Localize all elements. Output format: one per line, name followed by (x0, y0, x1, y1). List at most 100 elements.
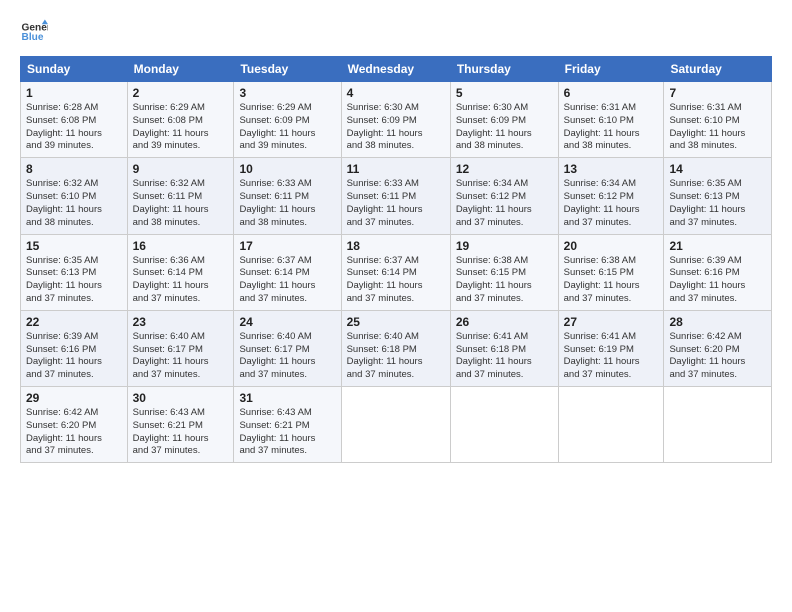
day-cell: 31Sunrise: 6:43 AMSunset: 6:21 PMDayligh… (234, 387, 341, 463)
day-number: 28 (669, 315, 766, 329)
col-header-wednesday: Wednesday (341, 57, 450, 82)
day-cell: 2Sunrise: 6:29 AMSunset: 6:08 PMDaylight… (127, 82, 234, 158)
day-cell: 18 Sunrise: 6:37 AMSunset: 6:14 PMDayligh… (341, 234, 450, 310)
day-info: Sunrise: 6:40 AMSunset: 6:18 PMDaylight:… (347, 331, 445, 382)
page-header: General Blue (20, 18, 772, 46)
day-info: Sunrise: 6:30 AMSunset: 6:09 PMDaylight:… (456, 102, 553, 153)
day-cell: 13Sunrise: 6:34 AMSunset: 6:12 PMDayligh… (558, 158, 664, 234)
day-info: Sunrise: 6:37 AMSunset: 6:14 PMDaylight:… (239, 255, 335, 306)
day-number: 27 (564, 315, 659, 329)
day-info: Sunrise: 6:33 AMSunset: 6:11 PMDaylight:… (239, 178, 335, 229)
day-number: 2 (133, 86, 229, 100)
day-cell: 6Sunrise: 6:31 AMSunset: 6:10 PMDaylight… (558, 82, 664, 158)
day-cell: 27 Sunrise: 6:41 AMSunset: 6:19 PMDayligh… (558, 310, 664, 386)
col-header-monday: Monday (127, 57, 234, 82)
day-number: 24 (239, 315, 335, 329)
col-header-sunday: Sunday (21, 57, 128, 82)
calendar-body: 1 Sunrise: 6:28 AMSunset: 6:08 PMDaylight… (21, 82, 772, 463)
day-number: 31 (239, 391, 335, 405)
day-number: 21 (669, 239, 766, 253)
day-cell (450, 387, 558, 463)
day-number: 7 (669, 86, 766, 100)
day-info: Sunrise: 6:32 AMSunset: 6:11 PMDaylight:… (133, 178, 229, 229)
day-number: 23 (133, 315, 229, 329)
day-info: Sunrise: 6:40 AMSunset: 6:17 PMDaylight:… (239, 331, 335, 382)
day-cell: 29 Sunrise: 6:42 AMSunset: 6:20 PMDayligh… (21, 387, 128, 463)
day-info: Sunrise: 6:28 AMSunset: 6:08 PMDaylight:… (26, 102, 122, 153)
day-cell: 14Sunrise: 6:35 AMSunset: 6:13 PMDayligh… (664, 158, 772, 234)
day-number: 11 (347, 162, 445, 176)
day-cell: 20 Sunrise: 6:38 AMSunset: 6:15 PMDayligh… (558, 234, 664, 310)
day-number: 5 (456, 86, 553, 100)
day-info: Sunrise: 6:32 AMSunset: 6:10 PMDaylight:… (26, 178, 122, 229)
col-header-saturday: Saturday (664, 57, 772, 82)
day-number: 12 (456, 162, 553, 176)
week-row-1: 1 Sunrise: 6:28 AMSunset: 6:08 PMDaylight… (21, 82, 772, 158)
day-number: 9 (133, 162, 229, 176)
day-number: 20 (564, 239, 659, 253)
col-header-tuesday: Tuesday (234, 57, 341, 82)
day-cell: 9 Sunrise: 6:32 AMSunset: 6:11 PMDaylight… (127, 158, 234, 234)
day-info: Sunrise: 6:31 AMSunset: 6:10 PMDaylight:… (564, 102, 659, 153)
day-info: Sunrise: 6:36 AMSunset: 6:14 PMDaylight:… (133, 255, 229, 306)
day-info: Sunrise: 6:33 AMSunset: 6:11 PMDaylight:… (347, 178, 445, 229)
logo: General Blue (20, 18, 48, 46)
day-cell (341, 387, 450, 463)
day-info: Sunrise: 6:41 AMSunset: 6:18 PMDaylight:… (456, 331, 553, 382)
day-cell: 25 Sunrise: 6:40 AMSunset: 6:18 PMDayligh… (341, 310, 450, 386)
day-info: Sunrise: 6:38 AMSunset: 6:15 PMDaylight:… (456, 255, 553, 306)
day-cell: 23 Sunrise: 6:40 AMSunset: 6:17 PMDayligh… (127, 310, 234, 386)
day-number: 18 (347, 239, 445, 253)
day-cell: 26 Sunrise: 6:41 AMSunset: 6:18 PMDayligh… (450, 310, 558, 386)
day-number: 19 (456, 239, 553, 253)
day-cell: 28Sunrise: 6:42 AMSunset: 6:20 PMDayligh… (664, 310, 772, 386)
day-cell: 12 Sunrise: 6:34 AMSunset: 6:12 PMDayligh… (450, 158, 558, 234)
day-cell (558, 387, 664, 463)
day-number: 29 (26, 391, 122, 405)
day-cell: 11 Sunrise: 6:33 AMSunset: 6:11 PMDayligh… (341, 158, 450, 234)
day-number: 30 (133, 391, 229, 405)
day-cell: 1 Sunrise: 6:28 AMSunset: 6:08 PMDaylight… (21, 82, 128, 158)
day-cell: 4 Sunrise: 6:30 AMSunset: 6:09 PMDaylight… (341, 82, 450, 158)
day-info: Sunrise: 6:41 AMSunset: 6:19 PMDaylight:… (564, 331, 659, 382)
day-cell: 10 Sunrise: 6:33 AMSunset: 6:11 PMDayligh… (234, 158, 341, 234)
day-cell: 15 Sunrise: 6:35 AMSunset: 6:13 PMDayligh… (21, 234, 128, 310)
day-cell: 30 Sunrise: 6:43 AMSunset: 6:21 PMDayligh… (127, 387, 234, 463)
day-number: 10 (239, 162, 335, 176)
day-cell: 17 Sunrise: 6:37 AMSunset: 6:14 PMDayligh… (234, 234, 341, 310)
day-info: Sunrise: 6:30 AMSunset: 6:09 PMDaylight:… (347, 102, 445, 153)
day-info: Sunrise: 6:34 AMSunset: 6:12 PMDaylight:… (564, 178, 659, 229)
day-number: 8 (26, 162, 122, 176)
day-info: Sunrise: 6:34 AMSunset: 6:12 PMDaylight:… (456, 178, 553, 229)
day-number: 22 (26, 315, 122, 329)
day-info: Sunrise: 6:43 AMSunset: 6:21 PMDaylight:… (133, 407, 229, 458)
day-info: Sunrise: 6:31 AMSunset: 6:10 PMDaylight:… (669, 102, 766, 153)
day-info: Sunrise: 6:42 AMSunset: 6:20 PMDaylight:… (26, 407, 122, 458)
day-info: Sunrise: 6:38 AMSunset: 6:15 PMDaylight:… (564, 255, 659, 306)
col-header-friday: Friday (558, 57, 664, 82)
day-info: Sunrise: 6:29 AMSunset: 6:09 PMDaylight:… (239, 102, 335, 153)
day-number: 17 (239, 239, 335, 253)
day-cell: 24 Sunrise: 6:40 AMSunset: 6:17 PMDayligh… (234, 310, 341, 386)
day-cell (664, 387, 772, 463)
day-cell: 22 Sunrise: 6:39 AMSunset: 6:16 PMDayligh… (21, 310, 128, 386)
day-info: Sunrise: 6:39 AMSunset: 6:16 PMDaylight:… (669, 255, 766, 306)
day-info: Sunrise: 6:39 AMSunset: 6:16 PMDaylight:… (26, 331, 122, 382)
day-info: Sunrise: 6:37 AMSunset: 6:14 PMDaylight:… (347, 255, 445, 306)
day-number: 26 (456, 315, 553, 329)
day-number: 25 (347, 315, 445, 329)
day-info: Sunrise: 6:35 AMSunset: 6:13 PMDaylight:… (26, 255, 122, 306)
calendar-header-row: SundayMondayTuesdayWednesdayThursdayFrid… (21, 57, 772, 82)
day-number: 1 (26, 86, 122, 100)
day-number: 4 (347, 86, 445, 100)
day-cell: 8 Sunrise: 6:32 AMSunset: 6:10 PMDaylight… (21, 158, 128, 234)
week-row-5: 29 Sunrise: 6:42 AMSunset: 6:20 PMDayligh… (21, 387, 772, 463)
day-number: 16 (133, 239, 229, 253)
day-info: Sunrise: 6:35 AMSunset: 6:13 PMDaylight:… (669, 178, 766, 229)
logo-icon: General Blue (20, 18, 48, 46)
day-info: Sunrise: 6:40 AMSunset: 6:17 PMDaylight:… (133, 331, 229, 382)
day-cell: 5 Sunrise: 6:30 AMSunset: 6:09 PMDaylight… (450, 82, 558, 158)
day-number: 15 (26, 239, 122, 253)
calendar-table: SundayMondayTuesdayWednesdayThursdayFrid… (20, 56, 772, 463)
day-cell: 16 Sunrise: 6:36 AMSunset: 6:14 PMDayligh… (127, 234, 234, 310)
